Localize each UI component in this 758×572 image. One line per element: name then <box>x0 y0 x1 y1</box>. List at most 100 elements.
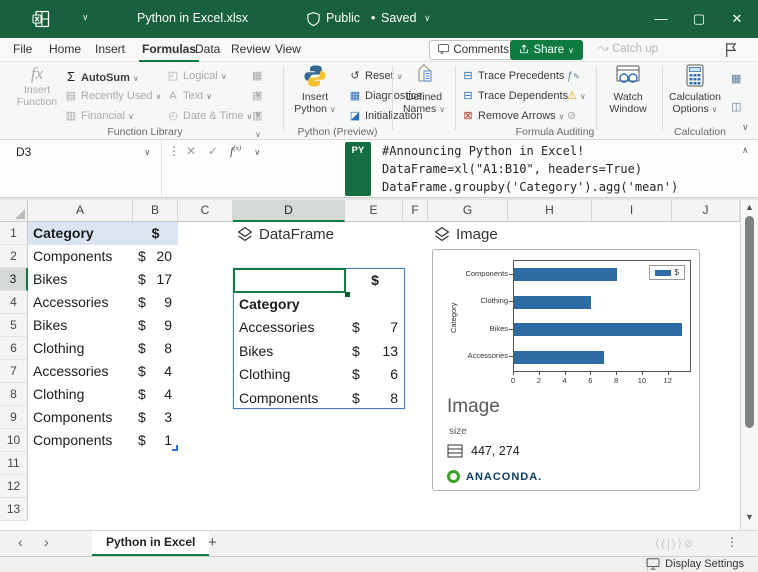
row-header-10[interactable]: 10 <box>0 429 28 452</box>
cell-A1[interactable]: Category <box>28 222 133 245</box>
scroll-up-icon[interactable]: ▲ <box>745 202 754 212</box>
ribbon-tab-formulas[interactable]: Formulas <box>139 38 199 62</box>
cell-A2[interactable]: Components <box>28 245 133 268</box>
row-header-6[interactable]: 6 <box>0 337 28 360</box>
cell-A3[interactable]: Bikes <box>28 268 133 291</box>
cell-B5[interactable]: $9 <box>133 314 178 337</box>
row-header-7[interactable]: 7 <box>0 360 28 383</box>
privacy-shield-icon[interactable] <box>306 11 321 27</box>
row-header-4[interactable]: 4 <box>0 291 28 314</box>
ribbon-tab-file[interactable]: File <box>10 38 35 62</box>
ribbon-tab-data[interactable]: Data <box>192 38 223 62</box>
column-header-A[interactable]: A <box>28 200 133 222</box>
trace-dependents-button[interactable]: ⊟Trace Dependents <box>461 87 568 106</box>
lookup-reference-button[interactable]: ▦ ∨ <box>252 67 274 85</box>
insert-function-chevron-icon[interactable]: ∨ <box>254 147 261 158</box>
row-header-13[interactable]: 13 <box>0 498 28 521</box>
close-button[interactable]: ✕ <box>720 0 754 38</box>
display-settings-button[interactable]: Display Settings <box>646 558 744 570</box>
row-header-2[interactable]: 2 <box>0 245 28 268</box>
image-card[interactable]: $ ComponentsClothingBikesAccessories0246… <box>432 249 700 491</box>
cell-A8[interactable]: Clothing <box>28 383 133 406</box>
vertical-scroll-thumb[interactable] <box>745 216 754 428</box>
column-header-G[interactable]: G <box>428 200 508 222</box>
save-status[interactable]: Saved <box>381 11 416 25</box>
show-formulas-button[interactable]: ƒ✎ <box>567 67 589 85</box>
cell-B1[interactable]: $ <box>133 222 178 245</box>
text-button[interactable]: AText∨ <box>166 87 212 106</box>
vertical-scrollbar[interactable]: ▲ ▼ <box>740 200 758 530</box>
column-header-I[interactable]: I <box>592 200 672 222</box>
maximize-button[interactable]: ▢ <box>682 0 716 38</box>
cell-A4[interactable]: Accessories <box>28 291 133 314</box>
row-header-9[interactable]: 9 <box>0 406 28 429</box>
insert-function-button[interactable]: fx Insert Function <box>14 64 60 108</box>
trace-precedents-button[interactable]: ⊟Trace Precedents <box>461 67 564 86</box>
quick-access-toolbar-toggle-icon[interactable]: ∨ <box>82 12 89 23</box>
row-header-1[interactable]: 1 <box>0 222 28 245</box>
ribbon-tab-home[interactable]: Home <box>46 38 84 62</box>
name-box[interactable]: D3 ∨ <box>6 140 162 198</box>
sheet-prev-icon[interactable]: ‹ <box>18 534 23 550</box>
date-time-button[interactable]: ◴Date & Time∨ <box>166 107 252 126</box>
sheet-tab-active[interactable]: Python in Excel <box>92 531 209 556</box>
privacy-label[interactable]: Public <box>326 11 360 25</box>
python-reset-button[interactable]: ↺Reset∨ <box>348 67 403 86</box>
column-header-D[interactable]: D <box>233 200 345 222</box>
share-button[interactable]: Share∨ <box>510 40 583 60</box>
calculate-now-button[interactable]: ▦ <box>731 70 753 88</box>
cell-B4[interactable]: $9 <box>133 291 178 314</box>
cell-B7[interactable]: $4 <box>133 360 178 383</box>
autosum-button[interactable]: ΣAutoSum∨ <box>64 67 139 86</box>
excel-app-icon[interactable] <box>32 10 50 28</box>
column-header-J[interactable]: J <box>672 200 740 222</box>
formula-bar-separator-dots[interactable]: ⋮ <box>168 144 180 158</box>
ribbon-tab-insert[interactable]: Insert <box>92 38 128 62</box>
cell-B2[interactable]: $20 <box>133 245 178 268</box>
sheet-next-icon[interactable]: › <box>44 534 49 550</box>
flag-pin-icon[interactable] <box>723 42 738 58</box>
ribbon-tab-view[interactable]: View <box>272 38 304 62</box>
recently-used-button[interactable]: ▤Recently Used∨ <box>64 87 161 106</box>
cell-B3[interactable]: $17 <box>133 268 178 291</box>
row-header-3[interactable]: 3 <box>0 268 28 291</box>
collapse-formula-bar-icon[interactable]: ∧ <box>742 145 749 156</box>
logical-button[interactable]: ◰Logical∨ <box>166 67 227 86</box>
minimize-button[interactable]: — <box>644 0 678 38</box>
cell-B9[interactable]: $3 <box>133 406 178 429</box>
confirm-entry-icon[interactable]: ✓ <box>208 144 218 158</box>
remove-arrows-button[interactable]: ⊠Remove Arrows∨ <box>461 107 565 126</box>
row-header-12[interactable]: 12 <box>0 475 28 498</box>
row-header-8[interactable]: 8 <box>0 383 28 406</box>
column-header-F[interactable]: F <box>403 200 428 222</box>
formula-code-line-2[interactable]: DataFrame=xl("A1:B10", headers=True) <box>382 162 732 180</box>
financial-button[interactable]: ▥Financial∨ <box>64 107 134 126</box>
defined-names-button[interactable]: Defined Names∨ <box>398 64 450 116</box>
select-all-corner[interactable] <box>0 200 28 222</box>
error-checking-button[interactable]: ⚠∨ <box>567 87 589 105</box>
cell-A5[interactable]: Bikes <box>28 314 133 337</box>
collapse-ribbon-chevron-icon[interactable]: ∨ <box>742 122 749 133</box>
ribbon-tab-review[interactable]: Review <box>228 38 273 62</box>
comments-button[interactable]: Comments <box>429 40 518 60</box>
column-header-H[interactable]: H <box>508 200 592 222</box>
catch-up-button[interactable]: Catch up <box>589 40 666 60</box>
insert-function-icon[interactable]: f(x) <box>230 144 241 159</box>
row-header-11[interactable]: 11 <box>0 452 28 475</box>
calculation-options-button[interactable]: Calculation Options∨ <box>666 64 724 116</box>
column-header-E[interactable]: E <box>345 200 403 222</box>
dataframe-card[interactable]: $ Category Accessories$7Bikes$13Clothing… <box>233 268 405 409</box>
cancel-entry-icon[interactable]: ✕ <box>186 144 196 158</box>
row-header-5[interactable]: 5 <box>0 314 28 337</box>
calculate-sheet-button[interactable]: ◫ <box>731 98 753 116</box>
insert-python-button[interactable]: Insert Python∨ <box>289 64 341 116</box>
cell-A7[interactable]: Accessories <box>28 360 133 383</box>
scroll-down-icon[interactable]: ▼ <box>745 512 754 522</box>
watch-window-button[interactable]: Watch Window <box>602 64 654 115</box>
cell-A10[interactable]: Components <box>28 429 133 452</box>
evaluate-formula-button[interactable]: ⊘ <box>567 107 589 125</box>
cell-B8[interactable]: $4 <box>133 383 178 406</box>
math-trig-button[interactable]: ▤ ∨ <box>252 87 274 105</box>
more-functions-button[interactable]: ▥ ∨ <box>252 107 274 125</box>
column-header-C[interactable]: C <box>178 200 233 222</box>
